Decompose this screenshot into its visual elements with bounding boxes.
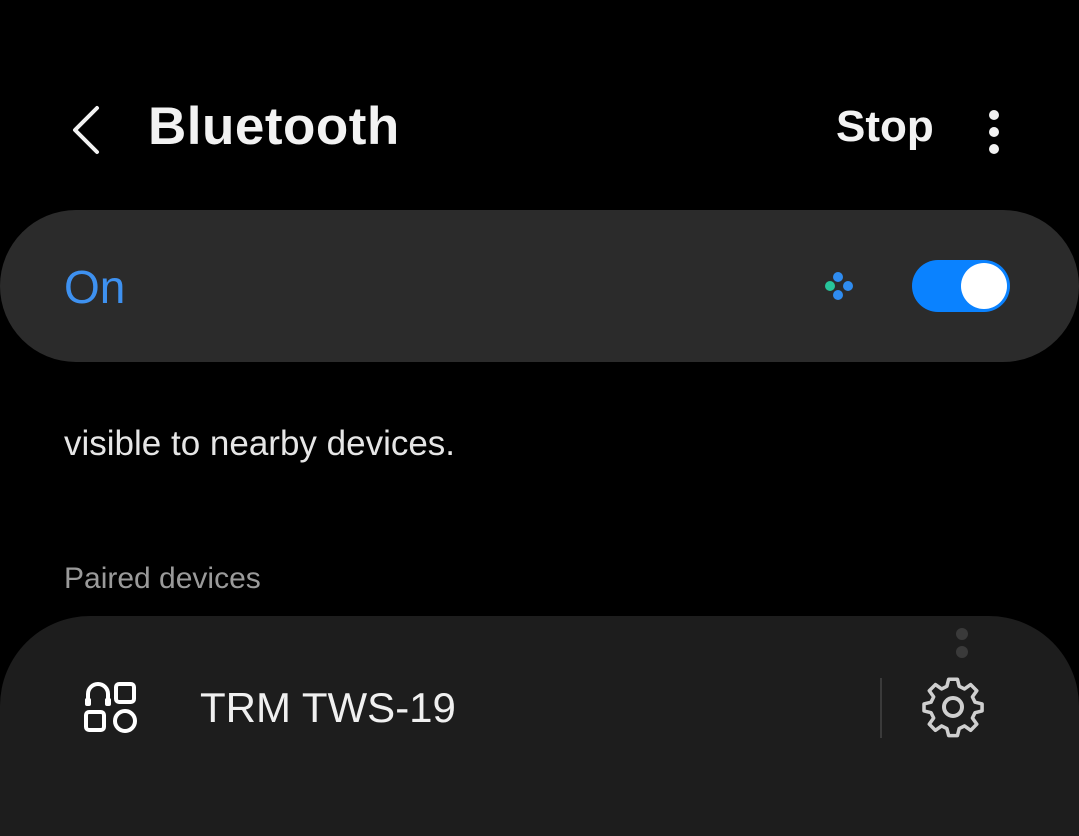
paired-devices-card: TRM TWS-19 [0, 616, 1079, 836]
more-options-button[interactable] [972, 102, 1016, 162]
divider [880, 678, 882, 738]
toggle-knob [961, 263, 1007, 309]
back-button[interactable] [56, 100, 116, 160]
more-vertical-icon [989, 110, 999, 154]
switch-state-label: On [64, 261, 126, 313]
gear-icon[interactable] [920, 676, 986, 742]
scroll-indicator [956, 628, 968, 658]
bluetooth-toggle[interactable] [912, 260, 1010, 312]
page-title: Bluetooth [148, 97, 400, 156]
bluetooth-master-switch[interactable]: On [0, 210, 1079, 362]
device-name: TRM TWS-19 [200, 684, 456, 731]
stop-button[interactable]: Stop [836, 102, 934, 152]
visibility-description: visible to nearby devices. [64, 424, 456, 463]
scanning-dots-icon [825, 272, 853, 300]
paired-devices-header: Paired devices [64, 562, 261, 595]
chevron-left-icon [73, 106, 99, 154]
headphones-device-icon [84, 682, 137, 733]
app-bar: Bluetooth Stop [0, 60, 1079, 200]
